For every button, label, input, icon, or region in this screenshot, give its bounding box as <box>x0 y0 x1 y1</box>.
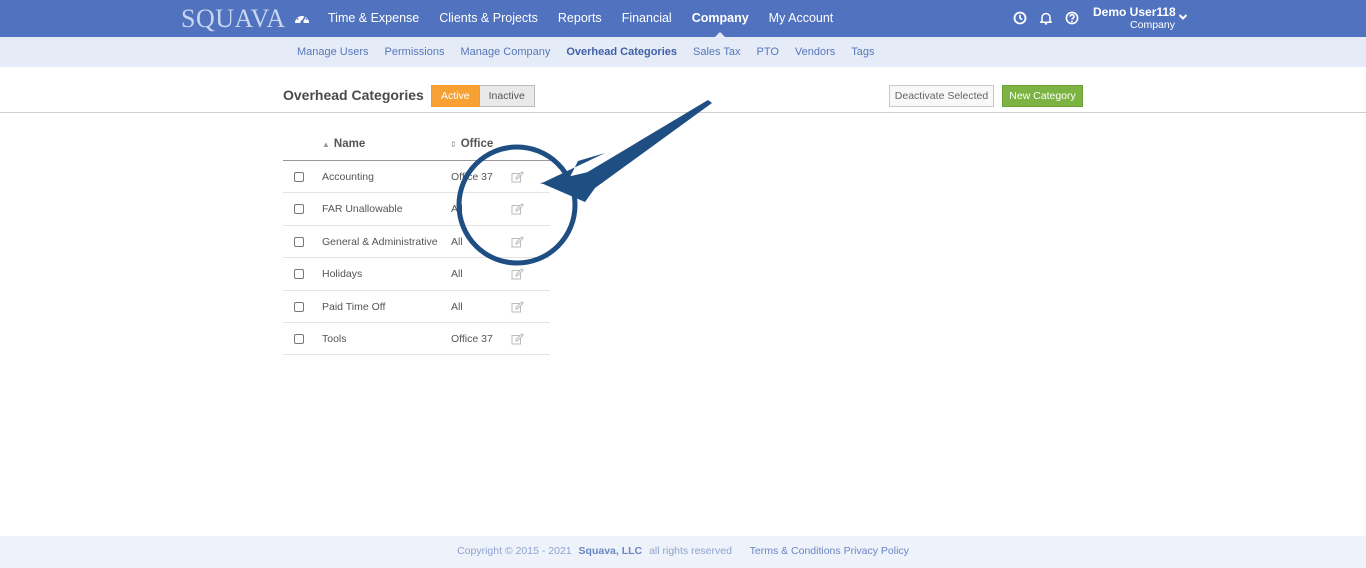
sub-navbar: Manage Users Permissions Manage Company … <box>0 37 1366 67</box>
subnav-overhead-categories[interactable]: Overhead Categories <box>558 37 685 67</box>
row-checkbox[interactable] <box>294 269 304 280</box>
nav-reports[interactable]: Reports <box>548 0 612 37</box>
help-icon[interactable] <box>1065 11 1079 25</box>
nav-my-account[interactable]: My Account <box>759 0 844 37</box>
category-name: Paid Time Off <box>322 300 386 313</box>
subnav-manage-company[interactable]: Manage Company <box>452 37 558 67</box>
deactivate-selected-button[interactable]: Deactivate Selected <box>889 85 994 107</box>
squava-logo[interactable]: SQUAVA <box>181 4 286 34</box>
row-checkbox[interactable] <box>294 333 304 344</box>
edit-icon[interactable] <box>511 300 524 313</box>
subnav-pto[interactable]: PTO <box>749 37 787 67</box>
company-subnav: Manage Users Permissions Manage Company … <box>289 37 883 67</box>
nav-financial[interactable]: Financial <box>612 0 682 37</box>
user-role: Company <box>1130 19 1175 31</box>
row-checkbox[interactable] <box>294 172 304 182</box>
nav-time-expense[interactable]: Time & Expense <box>318 0 429 37</box>
category-name: Holidays <box>322 268 363 281</box>
header-icons <box>1013 11 1079 25</box>
subnav-sales-tax[interactable]: Sales Tax <box>685 37 749 67</box>
row-checkbox[interactable] <box>294 301 304 312</box>
bell-icon[interactable] <box>1039 11 1053 25</box>
top-navbar: SQUAVA Time & Expense Clients & Projects… <box>0 0 1366 37</box>
table-row: Tools Office 37 <box>283 323 550 356</box>
company-link[interactable]: Squava, LLC <box>579 545 643 557</box>
category-name: General & Administrative <box>322 235 438 248</box>
category-office: All <box>451 300 463 313</box>
annotation-overlay <box>456 100 712 266</box>
row-checkbox[interactable] <box>294 204 304 215</box>
edit-icon[interactable] <box>511 333 524 345</box>
user-name: Demo User118 <box>1093 5 1176 19</box>
table-row: Paid Time Off All <box>283 291 550 323</box>
subnav-manage-users[interactable]: Manage Users <box>289 37 377 67</box>
copyright-text: Copyright © 2015 - 2021 <box>457 545 572 557</box>
subnav-tags[interactable]: Tags <box>843 37 882 67</box>
nav-clients-projects[interactable]: Clients & Projects <box>429 0 548 37</box>
chevron-down-icon[interactable] <box>1178 13 1188 21</box>
sort-asc-icon: ▲ <box>322 140 330 149</box>
footer: Copyright © 2015 - 2021 Squava, LLC all … <box>0 536 1366 568</box>
main-nav: Time & Expense Clients & Projects Report… <box>318 0 843 37</box>
pointer-arrow <box>586 100 712 188</box>
category-name: FAR Unallowable <box>322 203 403 216</box>
dashboard-icon[interactable] <box>294 11 310 25</box>
user-menu[interactable]: Demo User118 Company <box>1093 5 1176 32</box>
privacy-link[interactable]: Privacy Policy <box>844 545 909 557</box>
highlight-circle <box>456 144 578 266</box>
row-checkbox[interactable] <box>294 236 304 247</box>
page-title: Overhead Categories <box>283 87 424 103</box>
nav-company[interactable]: Company <box>682 0 759 37</box>
new-category-button[interactable]: New Category <box>1002 85 1083 107</box>
subnav-permissions[interactable]: Permissions <box>377 37 453 67</box>
category-name: Tools <box>322 332 347 345</box>
terms-link[interactable]: Terms & Conditions <box>750 545 841 557</box>
category-name: Accounting <box>322 171 374 183</box>
subnav-vendors[interactable]: Vendors <box>787 37 843 67</box>
rights-text: all rights reserved <box>649 545 732 557</box>
name-column-header[interactable]: ▲ Name <box>322 138 365 150</box>
clock-icon[interactable] <box>1013 11 1027 25</box>
category-office: Office 37 <box>451 332 493 345</box>
